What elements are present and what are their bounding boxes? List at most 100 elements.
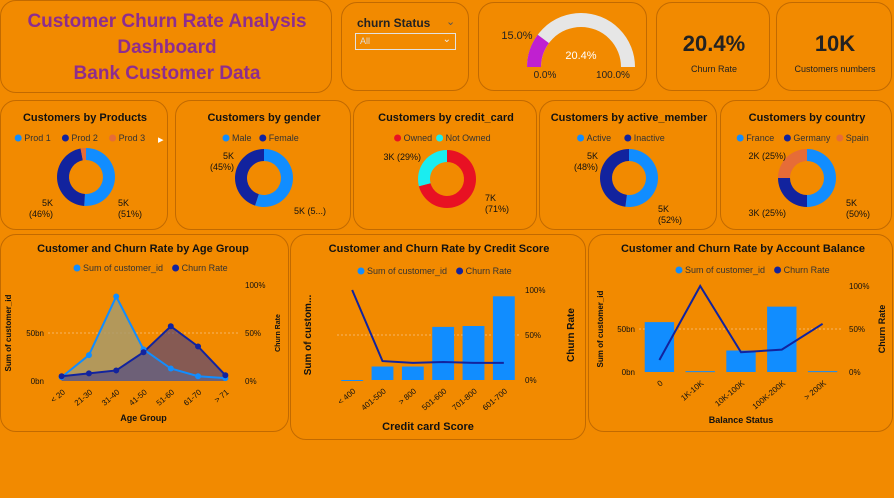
data-label: 7K [485,193,496,203]
y-tick-label: 50bn [617,325,635,334]
donut-slice [625,149,658,207]
legend-label: Churn Rate [784,265,830,275]
data-label: (51%) [118,209,142,219]
slicer-dropdown[interactable]: All ⌄ [355,33,456,50]
data-label: 5K [223,151,234,161]
donut-slice [418,150,447,187]
dashboard-title-line1: Customer Churn Rate Analysis [27,11,307,32]
data-label: 5K [846,198,857,208]
credit-score-chart-card: Customer and Churn Rate by Credit Score S… [290,234,586,440]
gauge-fill [527,34,550,68]
donut-card-active-member: Customers by active_member Active Inactive… [539,100,717,230]
credit-score-chart: Customer and Churn Rate by Credit Score S… [303,243,577,433]
y2-tick-label: 100% [525,286,545,295]
legend-label: Owned [404,133,433,143]
x-tick-label: 31-40 [100,387,122,407]
y2-axis-title: Churn Rate [877,305,887,354]
legend-marker [675,266,683,274]
chart-title: Customer and Churn Rate by Account Balan… [621,243,865,255]
chart-title: Customers by Products [23,112,147,124]
legend-marker [109,134,117,142]
credit-card-donut-chart: Customers by credit_card Owned Not Owned 7K… [378,112,514,214]
y2-tick-label: 0% [525,376,537,385]
legend-label: Churn Rate [182,263,228,273]
dashboard-title-line3: Bank Customer Data [73,63,261,84]
point-churn-rate [140,349,147,356]
chart-title: Customer and Churn Rate by Credit Score [329,243,550,255]
legend-label: Prod 2 [71,133,98,143]
data-label: 2K (25%) [748,151,786,161]
legend-marker [73,264,81,272]
data-label: (50%) [846,209,870,219]
legend-marker [61,134,69,142]
kpi-churn-rate-value: 20.4% [682,31,746,56]
legend-marker [774,266,782,274]
x-tick-label: 41-50 [127,387,149,407]
donut-slice [84,148,116,206]
point-churn-rate [195,343,202,350]
data-label: (46%) [29,209,53,219]
x-tick-label: 601-700 [481,386,510,412]
churn-gauge-card: 15.0% 20.4% 0.0% 100.0% [478,2,647,91]
x-tick-label: 0 [655,378,665,388]
data-label: 3K (29%) [383,152,421,162]
country-donut-chart: Customers by country France Germany Spain 5K… [736,112,870,219]
legend-label: Sum of customer_id [83,263,163,273]
data-label: 3K (25%) [748,208,786,218]
legend-label: Spain [846,133,869,143]
chevron-down-icon[interactable]: ⌄ [446,15,455,28]
legend-label: Active [587,133,612,143]
x-tick-label: 100K-200K [751,378,788,411]
legend-marker [259,134,267,142]
point-churn-rate [222,372,229,379]
chart-title: Customers by gender [207,112,321,124]
bar-customers [341,380,364,381]
kpi-customers-value: 10K [814,31,856,56]
bar-customers [726,350,756,372]
chart-title: Customers by country [749,112,867,124]
dashboard-title-line2: Dashboard [117,37,217,58]
legend-label: Not Owned [446,133,491,143]
legend-label: Prod 3 [119,133,146,143]
legend-marker [577,134,585,142]
x-tick-label: 21-30 [73,387,95,407]
balance-chart: Customer and Churn Rate by Account Balan… [596,243,887,425]
donut-slice [599,149,629,207]
legend-marker [222,134,230,142]
bar-customers [462,326,485,380]
slicer-selected-value: All [360,36,371,46]
legend-marker [357,267,365,275]
x-tick-label: > 200K [803,378,829,402]
y2-axis-title: Churn Rate [566,308,577,362]
legend-label: Male [232,133,252,143]
x-tick-label: < 20 [49,387,67,404]
age-group-chart: Customer and Churn Rate by Age Group Sum … [4,243,282,423]
legend-marker [456,267,464,275]
y2-tick-label: 50% [849,325,865,334]
x-tick-label: > 71 [213,387,231,404]
gauge-min-label: 0.0% [534,70,557,81]
next-page-icon: ▸ [158,134,164,146]
kpi-customers: 10K Customers numbers [776,2,892,91]
point-churn-rate [113,367,120,374]
legend-marker [836,134,844,142]
legend-label: Sum of customer_id [367,266,447,276]
legend-marker [172,264,180,272]
bar-customers [644,322,675,372]
gauge-value-label: 20.4% [565,50,596,62]
slicer-label: churn Status [357,16,431,30]
data-label: (71%) [485,204,509,214]
bar-customers [432,326,455,380]
legend-label: Female [269,133,299,143]
point-customers [85,352,92,359]
donut-slice [57,148,85,206]
title-card: Customer Churn Rate Analysis Dashboard B… [0,0,332,93]
x-tick-label: < 400 [336,386,358,406]
legend-marker [783,134,791,142]
dropdown-arrow-icon: ⌄ [442,34,451,45]
legend-marker [394,134,402,142]
legend-label: Churn Rate [466,266,512,276]
kpi-customers-label: Customers numbers [794,64,876,74]
y2-tick-label: 100% [245,281,265,290]
y2-tick-label: 0% [245,377,257,386]
